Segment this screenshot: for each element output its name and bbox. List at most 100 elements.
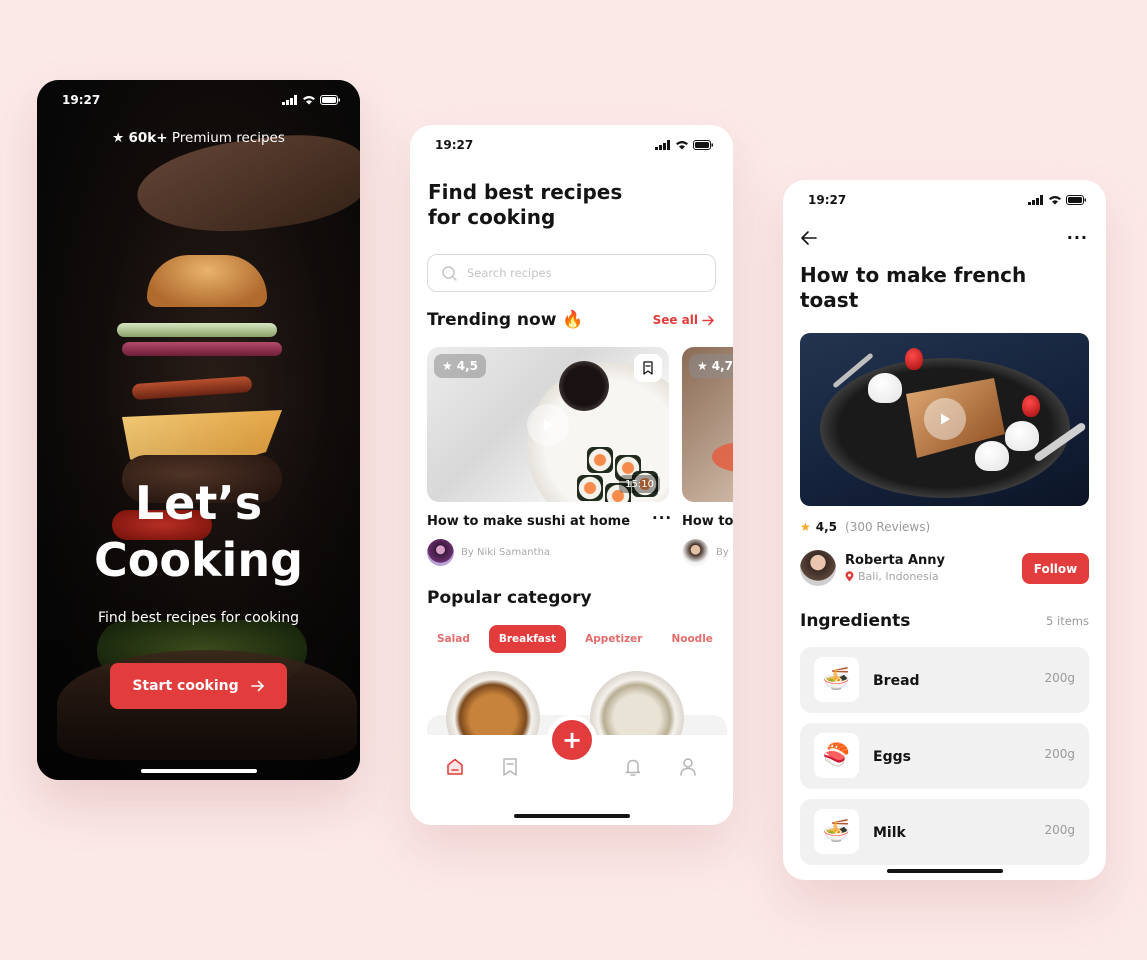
ingredient-name: Eggs	[873, 749, 911, 765]
recipe-image: ★ 4,7	[682, 347, 733, 502]
video-duration: 15:10	[619, 475, 660, 493]
recipe-image: ★ 4,5 15:10	[427, 347, 669, 502]
home-indicator	[140, 769, 257, 773]
tab-notifications[interactable]	[621, 755, 645, 779]
see-all-link[interactable]: See all	[653, 313, 715, 327]
recipe-title[interactable]: How to make sushi at home	[427, 514, 630, 529]
tab-home[interactable]	[443, 755, 467, 779]
category-breakfast[interactable]: Breakfast	[488, 625, 567, 653]
title-line-1: How to make french	[800, 263, 1027, 287]
bookmark-icon	[503, 758, 517, 776]
title-line-2: for cooking	[428, 205, 556, 229]
premium-count: 60k+	[128, 130, 168, 146]
signal-icon	[1028, 195, 1043, 205]
play-icon	[941, 413, 950, 425]
ingredients-title: Ingredients	[800, 611, 911, 631]
rating-value: 4,7	[711, 359, 733, 373]
premium-label: Premium recipes	[171, 130, 285, 146]
rating-value: 4,5	[456, 359, 479, 373]
search-input[interactable]: Search recipes	[427, 254, 716, 292]
ingredient-quantity: 200g	[1044, 747, 1075, 761]
ingredient-row[interactable]: 🍜 Milk 200g	[800, 799, 1089, 865]
tab-profile[interactable]	[676, 755, 700, 779]
ingredient-row[interactable]: 🍜 Bread 200g	[800, 647, 1089, 713]
start-cooking-label: Start cooking	[132, 678, 239, 694]
status-bar: 19:27	[808, 193, 1086, 207]
see-all-label: See all	[652, 313, 698, 327]
sushi-icon: 🍣	[814, 733, 859, 778]
rating-badge: ★ 4,5	[434, 354, 487, 378]
more-options-icon[interactable]: ···	[652, 509, 672, 527]
battery-icon	[1066, 195, 1086, 205]
add-recipe-button[interactable]: +	[552, 720, 592, 760]
status-time: 19:27	[808, 193, 847, 207]
status-bar: 19:27	[62, 93, 340, 107]
home-screen: 19:27 Find best recipes for cooking Sear…	[410, 125, 733, 825]
status-time: 19:27	[435, 138, 474, 152]
play-button[interactable]	[527, 404, 569, 446]
recipe-title[interactable]: How to	[682, 514, 733, 529]
back-button[interactable]	[800, 230, 818, 250]
wifi-icon	[1049, 196, 1061, 205]
avatar	[427, 539, 454, 566]
rating-badge: ★ 4,7	[689, 354, 733, 378]
recipe-author: By Niki Samantha	[427, 539, 550, 566]
chef-name: Roberta Anny	[845, 553, 946, 568]
popular-title: Popular category	[427, 588, 592, 608]
follow-button[interactable]: Follow	[1022, 553, 1089, 584]
trending-title: Trending now 🔥	[427, 310, 584, 330]
status-bar: 19:27	[435, 138, 713, 152]
signal-icon	[282, 95, 297, 105]
fire-icon: 🔥	[562, 310, 584, 330]
ingredient-row[interactable]: 🍣 Eggs 200g	[800, 723, 1089, 789]
arrow-right-icon	[250, 680, 264, 692]
recipe-video[interactable]	[800, 333, 1089, 506]
play-button[interactable]	[924, 398, 966, 440]
location-pin-icon	[845, 571, 854, 582]
review-count: (300 Reviews)	[845, 520, 931, 534]
noodle-bowl-icon: 🍜	[814, 809, 859, 854]
star-icon: ★	[697, 359, 708, 373]
avatar	[682, 539, 709, 566]
search-icon	[442, 265, 457, 281]
bookmark-icon	[643, 361, 653, 375]
ingredients-header: Ingredients 5 items	[800, 611, 1089, 631]
recipe-author: By	[682, 539, 729, 566]
title-line-1: Find best recipes	[428, 180, 623, 204]
recipe-card[interactable]: ★ 4,7 How to By	[682, 347, 733, 566]
star-icon: ★	[800, 520, 811, 534]
chef-profile[interactable]: Roberta Anny Bali, Indonesia	[800, 550, 945, 586]
category-salad[interactable]: Salad	[427, 625, 480, 653]
recipe-detail-screen: 19:27 ··· How to make french toast ★ 4,5…	[783, 180, 1106, 880]
category-appetizer[interactable]: Appetizer	[575, 625, 652, 653]
bookmark-button[interactable]	[634, 354, 662, 382]
ingredient-quantity: 200g	[1044, 671, 1075, 685]
wifi-icon	[676, 141, 688, 150]
play-icon	[544, 419, 553, 431]
title-line-2: toast	[800, 288, 859, 312]
premium-badge: ★ 60k+ Premium recipes	[37, 130, 360, 146]
ingredient-name: Bread	[873, 673, 920, 689]
welcome-headline: Let’s Cooking	[37, 475, 360, 589]
search-placeholder: Search recipes	[467, 266, 552, 280]
home-indicator	[513, 814, 630, 818]
bell-icon	[625, 759, 641, 776]
arrow-left-icon	[801, 231, 817, 245]
start-cooking-button[interactable]: Start cooking	[110, 663, 287, 709]
category-noodle[interactable]: Noodle	[661, 625, 722, 653]
recipe-card[interactable]: ★ 4,5 15:10 How to make sushi at home ··…	[427, 347, 671, 566]
signal-icon	[655, 140, 670, 150]
category-lunch[interactable]: Lu	[732, 625, 733, 653]
avatar	[800, 550, 836, 586]
noodle-bowl-icon: 🍜	[814, 657, 859, 702]
welcome-subline: Find best recipes for cooking	[97, 610, 300, 626]
more-options-icon[interactable]: ···	[1067, 228, 1088, 247]
popular-header: Popular category	[427, 588, 715, 608]
star-icon: ★	[112, 130, 125, 146]
chef-location: Bali, Indonesia	[858, 570, 939, 583]
trending-header: Trending now 🔥 See all	[427, 310, 715, 330]
tab-saved[interactable]	[498, 755, 522, 779]
ingredient-name: Milk	[873, 825, 906, 841]
wifi-icon	[303, 96, 315, 105]
ingredients-count: 5 items	[1046, 614, 1089, 628]
